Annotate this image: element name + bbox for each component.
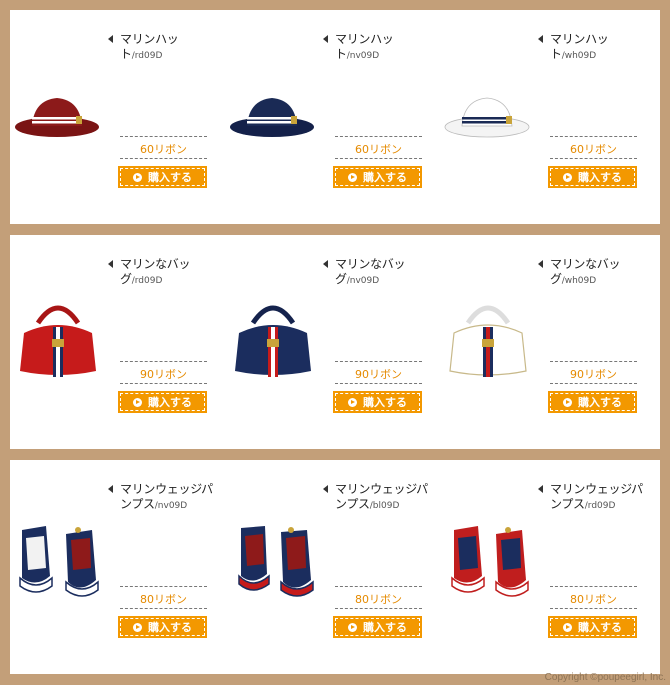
arrow-circle-icon [133, 172, 142, 182]
arrow-circle-icon [133, 397, 142, 407]
divider [550, 586, 637, 587]
product-name[interactable]: マリンハッ ト/wh09D [538, 32, 648, 64]
buy-button[interactable]: 購入する [118, 166, 207, 188]
buy-button[interactable]: 購入する [548, 616, 637, 638]
product-card: マリンハッ ト/nv09D 60リボン 購入する [225, 10, 440, 224]
buy-button[interactable]: 購入する [333, 391, 422, 413]
divider [335, 586, 422, 587]
divider [335, 608, 422, 609]
bag-image[interactable] [16, 293, 101, 383]
arrow-left-icon [323, 485, 328, 493]
divider [335, 158, 422, 159]
hat-image[interactable] [229, 90, 319, 140]
divider [335, 361, 422, 362]
product-card: マリンなバッ グ/nv09D 90リボン 購入する [225, 235, 440, 449]
divider [550, 383, 637, 384]
buy-button[interactable]: 購入する [548, 166, 637, 188]
price-label: 60リボン [140, 143, 187, 156]
copyright-text: Copyright ©poupeegirl, Inc. [544, 672, 666, 683]
divider [335, 383, 422, 384]
divider [120, 136, 207, 137]
divider [550, 158, 637, 159]
divider [120, 361, 207, 362]
divider [550, 136, 637, 137]
product-card: マリンハッ ト/wh09D 60リボン 購入する [440, 10, 655, 224]
hat-image[interactable] [444, 90, 534, 140]
divider [335, 136, 422, 137]
divider [120, 586, 207, 587]
arrow-circle-icon [133, 622, 142, 632]
shoes-image[interactable] [231, 518, 321, 608]
product-name[interactable]: マリンなバッ グ/rd09D [108, 257, 218, 289]
product-name[interactable]: マリンウェッジパ ンプス/nv09D [108, 482, 218, 514]
arrow-left-icon [323, 260, 328, 268]
product-card: マリンなバッ グ/rd09D 90リボン 購入する [10, 235, 225, 449]
buy-button[interactable]: 購入する [333, 166, 422, 188]
buy-button[interactable]: 購入する [548, 391, 637, 413]
buy-button[interactable]: 購入する [333, 616, 422, 638]
product-panel-bags: マリンなバッ グ/rd09D 90リボン 購入する マリンなバッ グ/nv09D… [10, 235, 660, 449]
product-name[interactable]: マリンウェッジパ ンプス/bl09D [323, 482, 433, 514]
price-label: 60リボン [570, 143, 617, 156]
product-name[interactable]: マリンウェッジパ ンプス/rd09D [538, 482, 648, 514]
product-panel-hats: マリンハット/rd09D 60リボン 購入する マリンハッ ト/nv09D 60… [10, 10, 660, 224]
divider [120, 158, 207, 159]
arrow-circle-icon [348, 622, 357, 632]
divider [550, 608, 637, 609]
arrow-left-icon [538, 35, 543, 43]
buy-button[interactable]: 購入する [118, 616, 207, 638]
product-name[interactable]: マリンハッ ト/nv09D [323, 32, 433, 64]
price-label: 90リボン [355, 368, 402, 381]
product-name[interactable]: マリンハット/rd09D [108, 32, 218, 64]
product-card: マリンウェッジパ ンプス/rd09D 80リボン 購入する [440, 460, 655, 674]
buy-button[interactable]: 購入する [118, 391, 207, 413]
bag-image[interactable] [231, 293, 316, 383]
arrow-circle-icon [348, 172, 357, 182]
arrow-left-icon [108, 485, 113, 493]
product-card: マリンなバッ グ/wh09D 90リボン 購入する [440, 235, 655, 449]
price-label: 90リボン [570, 368, 617, 381]
shoes-image[interactable] [16, 518, 106, 608]
divider [120, 608, 207, 609]
arrow-left-icon [538, 260, 543, 268]
arrow-left-icon [108, 35, 113, 43]
divider [120, 383, 207, 384]
product-name[interactable]: マリンなバッ グ/wh09D [538, 257, 648, 289]
bag-image[interactable] [446, 293, 531, 383]
arrow-circle-icon [563, 622, 572, 632]
shoes-image[interactable] [446, 518, 536, 608]
product-card: マリンウェッジパ ンプス/nv09D 80リボン 購入する [10, 460, 225, 674]
product-card: マリンハット/rd09D 60リボン 購入する [10, 10, 225, 224]
price-label: 80リボン [140, 593, 187, 606]
product-panel-shoes: マリンウェッジパ ンプス/nv09D 80リボン 購入する マリンウェッジパ ン… [10, 460, 660, 674]
arrow-circle-icon [563, 397, 572, 407]
price-label: 80リボン [570, 593, 617, 606]
divider [550, 361, 637, 362]
price-label: 80リボン [355, 593, 402, 606]
arrow-circle-icon [348, 397, 357, 407]
price-label: 90リボン [140, 368, 187, 381]
arrow-left-icon [108, 260, 113, 268]
product-card: マリンウェッジパ ンプス/bl09D 80リボン 購入する [225, 460, 440, 674]
price-label: 60リボン [355, 143, 402, 156]
hat-image[interactable] [14, 90, 104, 140]
arrow-left-icon [323, 35, 328, 43]
arrow-circle-icon [563, 172, 572, 182]
product-name[interactable]: マリンなバッ グ/nv09D [323, 257, 433, 289]
arrow-left-icon [538, 485, 543, 493]
